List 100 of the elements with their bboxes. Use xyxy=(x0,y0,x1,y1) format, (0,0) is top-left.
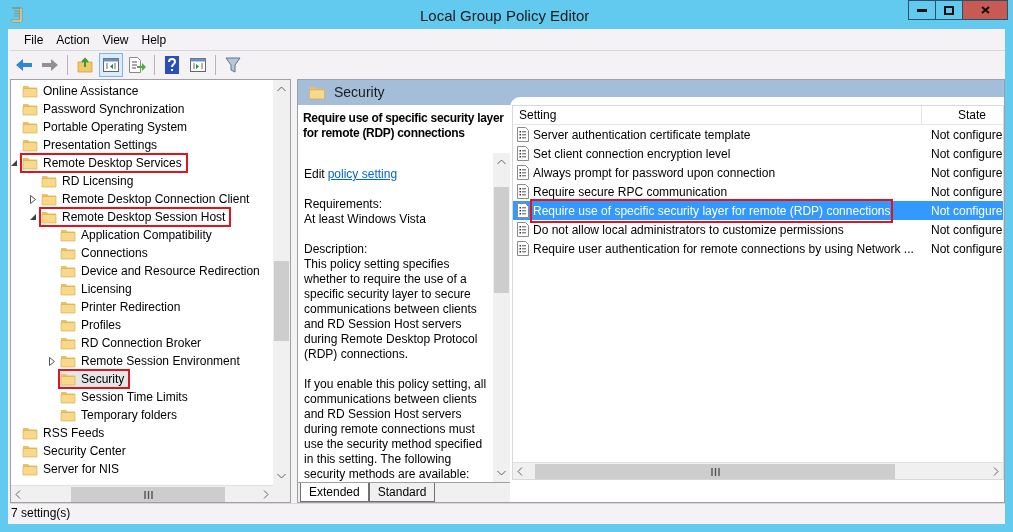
folder-icon xyxy=(60,282,76,296)
menu-item[interactable]: Help xyxy=(135,30,173,49)
tree-item[interactable]: Remote Desktop Connection Client xyxy=(40,190,255,208)
view-tab[interactable]: Standard xyxy=(368,483,436,502)
edit-label: Edit xyxy=(304,167,325,182)
column-header[interactable]: State xyxy=(922,106,1003,124)
back-arrow-icon xyxy=(15,58,33,72)
collapsed-triangle-icon[interactable] xyxy=(30,194,36,204)
folder-icon xyxy=(60,372,76,386)
tree-item[interactable]: RD Connection Broker xyxy=(59,334,207,352)
folder-icon xyxy=(60,300,76,314)
tree-horizontal-scrollbar[interactable] xyxy=(11,485,273,502)
tree-item[interactable]: Presentation Settings xyxy=(21,136,163,154)
folder-icon xyxy=(22,138,38,152)
folder-icon xyxy=(22,444,38,458)
setting-name: Require use of specific security layer for remote (RDP) connections xyxy=(533,201,891,220)
policy-list-icon xyxy=(517,241,529,256)
state-value: Not configure xyxy=(930,183,1003,201)
toolbar-button[interactable] xyxy=(99,53,123,77)
close-icon xyxy=(980,6,990,14)
folder-icon xyxy=(41,174,57,188)
policy-row[interactable]: Set client connection encryption level Not configure xyxy=(513,144,1003,163)
tree-item[interactable]: Security Center xyxy=(21,442,131,460)
menu-item[interactable]: Action xyxy=(50,30,96,49)
policy-setting-link[interactable]: policy setting xyxy=(327,167,398,182)
folder-icon xyxy=(41,210,57,224)
minimize-button[interactable] xyxy=(908,0,936,20)
collapsed-triangle-icon[interactable] xyxy=(49,356,55,366)
policy-row[interactable]: Do not allow local administrators to customize permissions Not configure xyxy=(513,220,1003,239)
state-value: Not configure xyxy=(930,221,1003,239)
scroll-right-icon[interactable] xyxy=(263,489,269,499)
policy-row[interactable]: Require user authentication for remote connections by using Network ... Not configure xyxy=(513,239,1003,258)
setting-name: Do not allow local administrators to customize permissions xyxy=(533,221,844,239)
tree-item[interactable]: Portable Operating System xyxy=(21,118,193,136)
scroll-thumb[interactable] xyxy=(274,261,289,341)
setting-name: Require secure RPC communication xyxy=(533,183,728,201)
folder-icon xyxy=(22,462,38,476)
description-scrollbar[interactable] xyxy=(493,153,510,482)
expanded-triangle-icon[interactable] xyxy=(30,214,36,220)
policy-row[interactable]: Require secure RPC communication Not configure xyxy=(513,182,1003,201)
setting-name: Server authentication certificate template xyxy=(533,126,751,144)
tree-item[interactable]: Application Compatibility xyxy=(59,226,217,244)
state-value: Not configure xyxy=(930,164,1003,182)
scroll-thumb[interactable] xyxy=(494,187,509,293)
menu-item[interactable]: File xyxy=(18,30,50,49)
scroll-thumb[interactable] xyxy=(71,487,225,502)
policy-list-icon xyxy=(517,127,529,142)
tree-item[interactable]: RSS Feeds xyxy=(21,424,110,442)
folder-icon xyxy=(60,318,76,332)
tree-item[interactable]: Session Time Limits xyxy=(59,388,193,406)
policy-row[interactable]: Server authentication certificate template Not configure xyxy=(513,125,1003,144)
folder-icon xyxy=(22,84,38,98)
tree-item[interactable]: Profiles xyxy=(59,316,126,334)
folder-icon xyxy=(60,336,76,350)
view-tab[interactable]: Extended xyxy=(300,483,369,502)
scroll-down-icon[interactable] xyxy=(497,470,506,476)
scroll-up-icon[interactable] xyxy=(497,159,506,165)
policy-row[interactable]: Always prompt for password upon connection Not configure xyxy=(513,163,1003,182)
list-horizontal-scrollbar[interactable] xyxy=(513,462,1003,479)
description-paragraph: Description: This policy setting specifies whether to require the use of a specific security layer to secure communications between clients and RD Session Host servers during Remote Desktop Protocol (RDP) connections. xyxy=(304,242,479,362)
scroll-thumb[interactable] xyxy=(535,464,895,479)
tree-item[interactable]: RD Licensing xyxy=(40,172,139,190)
folder-icon xyxy=(22,120,38,134)
policy-list-icon xyxy=(517,184,529,199)
tree-item[interactable]: Remote Desktop Session Host xyxy=(40,208,231,226)
scroll-left-icon[interactable] xyxy=(517,466,523,476)
expanded-triangle-icon[interactable] xyxy=(11,160,17,166)
tree-item[interactable]: Online Assistance xyxy=(21,82,144,100)
folder-icon xyxy=(41,192,57,206)
setting-name: Require user authentication for remote connections by using Network ... xyxy=(533,240,914,258)
tree-item[interactable]: Server for NIS xyxy=(21,460,125,478)
grip-icon xyxy=(143,490,153,499)
tree-scrollbar[interactable] xyxy=(273,80,290,485)
tree-item[interactable]: Connections xyxy=(59,244,153,262)
scroll-up-icon[interactable] xyxy=(277,86,286,92)
tree-item[interactable]: Remote Desktop Services xyxy=(21,154,187,172)
folder-icon xyxy=(60,246,76,260)
status-text: 7 setting(s) xyxy=(11,505,71,522)
scroll-right-icon[interactable] xyxy=(993,466,999,476)
column-header[interactable]: Setting xyxy=(513,106,922,124)
maximize-icon xyxy=(944,5,954,15)
tree-item[interactable]: Temporary folders xyxy=(59,406,183,424)
tree-item[interactable]: Security xyxy=(59,370,130,388)
grip-icon xyxy=(710,467,720,476)
tree-item[interactable]: Password Synchronization xyxy=(21,100,190,118)
tree-item[interactable]: Printer Redirection xyxy=(59,298,186,316)
policy-title: Require use of specific security layer for remote (RDP) connections xyxy=(303,111,505,141)
folder-icon xyxy=(60,228,76,242)
tree-item[interactable]: Device and Resource Redirection xyxy=(59,262,265,280)
tree-item[interactable]: Licensing xyxy=(59,280,137,298)
folder-icon xyxy=(22,156,38,170)
menu-item[interactable]: View xyxy=(96,30,135,49)
close-button[interactable] xyxy=(962,0,1008,20)
scroll-down-icon[interactable] xyxy=(277,473,286,479)
folder-heading: Security xyxy=(334,83,385,102)
tree-item[interactable]: Remote Session Environment xyxy=(59,352,245,370)
scroll-left-icon[interactable] xyxy=(15,489,21,499)
folder-icon xyxy=(60,264,76,278)
setting-name: Set client connection encryption level xyxy=(533,145,731,163)
export-list-icon xyxy=(128,57,146,73)
